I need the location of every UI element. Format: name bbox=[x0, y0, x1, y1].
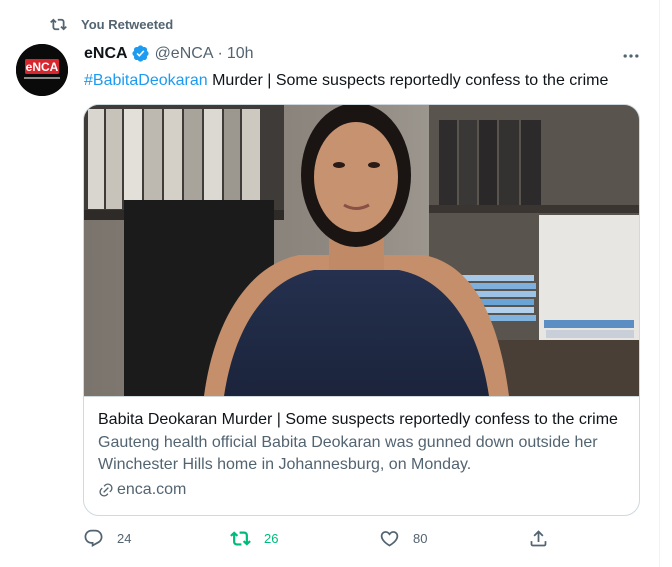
card-domain-label[interactable]: enca.com bbox=[117, 479, 186, 501]
tweet-header: eNCA @eNCA · 10h bbox=[84, 44, 254, 63]
social-context: You Retweeted bbox=[50, 16, 173, 33]
link-icon bbox=[99, 483, 113, 497]
avatar[interactable]: eNCA bbox=[16, 44, 68, 96]
tweet-text: #BabitaDeokaran Murder | Some suspects r… bbox=[84, 71, 608, 91]
tweet-timestamp[interactable]: 10h bbox=[227, 45, 254, 63]
retweet-button[interactable]: 26 bbox=[230, 528, 278, 549]
reply-button[interactable]: 24 bbox=[83, 528, 131, 549]
more-icon bbox=[623, 54, 639, 58]
more-options-button[interactable] bbox=[619, 44, 643, 68]
heart-icon bbox=[380, 531, 399, 547]
hashtag-link[interactable]: #BabitaDeokaran bbox=[84, 72, 208, 89]
card-image[interactable] bbox=[84, 105, 639, 396]
link-card[interactable]: Babita Deokaran Murder | Some suspects r… bbox=[83, 104, 640, 516]
share-button[interactable] bbox=[528, 528, 549, 549]
enca-logo: eNCA bbox=[16, 44, 68, 96]
retweet-count: 26 bbox=[264, 531, 279, 546]
reply-icon bbox=[84, 529, 103, 547]
like-count: 80 bbox=[413, 531, 428, 546]
like-button[interactable]: 80 bbox=[379, 528, 427, 549]
svg-text:eNCA: eNCA bbox=[26, 60, 59, 74]
retweet-icon bbox=[50, 18, 67, 31]
card-title[interactable]: Babita Deokaran Murder | Some suspects r… bbox=[98, 409, 625, 431]
card-domain: enca.com bbox=[98, 479, 625, 501]
social-context-label: You Retweeted bbox=[81, 17, 174, 32]
tweet-article[interactable]: You Retweeted eNCA eNCA @eNCA · 10h #Bab… bbox=[0, 0, 660, 567]
tweet-body: Murder | Some suspects reportedly confes… bbox=[207, 72, 609, 89]
header-separator: · bbox=[217, 44, 223, 62]
retweet-icon bbox=[230, 531, 251, 546]
verified-badge-icon bbox=[131, 45, 149, 62]
share-icon bbox=[530, 530, 547, 547]
card-photo bbox=[84, 105, 639, 396]
card-description: Gauteng health official Babita Deokaran … bbox=[98, 434, 598, 473]
author-handle[interactable]: @eNCA bbox=[155, 45, 214, 63]
reply-count: 24 bbox=[117, 531, 132, 546]
card-body: Babita Deokaran Murder | Some suspects r… bbox=[84, 396, 639, 501]
tweet-actions: 24 26 80 bbox=[80, 528, 560, 554]
author-name[interactable]: eNCA bbox=[84, 45, 128, 63]
